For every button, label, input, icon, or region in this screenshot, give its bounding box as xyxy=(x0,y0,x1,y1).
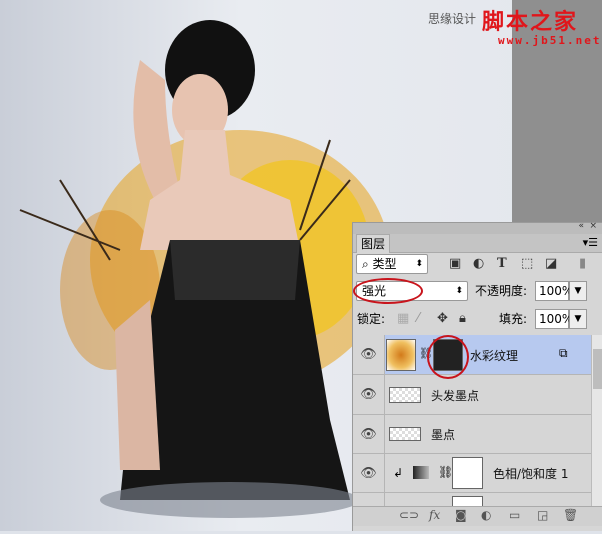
layers-scrollbar[interactable] xyxy=(591,335,602,507)
image-filter-icon[interactable]: ▣ xyxy=(449,254,461,274)
filter-label: 类型 xyxy=(372,257,397,271)
smart-object-icon: ⧉ xyxy=(559,346,568,360)
layer-row[interactable]: 👁︎ 墨点 xyxy=(353,415,591,454)
add-mask-icon[interactable]: ◙ xyxy=(455,508,467,522)
lock-paint-icon[interactable]: ⁄ xyxy=(417,309,419,329)
fx-icon[interactable]: fx xyxy=(429,508,440,522)
opacity-label: 不透明度: xyxy=(475,284,528,298)
layer-name: 色相/饱和度 1 xyxy=(493,467,569,481)
filter-toggle-icon[interactable]: ▮ xyxy=(579,254,586,274)
close-icon[interactable]: × xyxy=(589,221,597,231)
lock-transparent-icon[interactable]: ▦ xyxy=(397,309,409,329)
menu-icon[interactable]: ▾☰ xyxy=(583,236,598,249)
new-adjustment-icon[interactable]: ◐ xyxy=(481,508,491,522)
new-layer-icon[interactable]: ◲ xyxy=(537,508,548,522)
panel-titlebar: « × xyxy=(353,221,602,234)
annotation-circle xyxy=(353,278,423,304)
filter-type-select[interactable]: ⌕ 类型 ⬍ xyxy=(356,254,428,274)
smart-object-filter-icon[interactable]: ◪ xyxy=(545,254,557,274)
fill-dropdown[interactable]: ▼ xyxy=(569,309,587,329)
visibility-eye-icon[interactable]: 👁︎ xyxy=(353,454,385,492)
link-layers-icon[interactable]: ⊂⊃ xyxy=(399,508,419,522)
new-group-icon[interactable]: ▭ xyxy=(509,508,520,522)
fill-label: 填充: xyxy=(499,312,528,326)
layer-thumbnail xyxy=(389,387,421,403)
hue-saturation-icon xyxy=(413,466,429,479)
clip-arrow-icon: ↲ xyxy=(393,466,404,480)
layer-row[interactable]: 👁︎ 头发墨点 xyxy=(353,375,591,415)
watermark-site: 思缘设计 xyxy=(428,12,477,26)
layer-mask-thumbnail[interactable] xyxy=(452,457,483,489)
opacity-input[interactable]: 100% xyxy=(535,281,573,301)
annotation-circle xyxy=(427,335,469,379)
watermark-brand: 脚本之家 xyxy=(482,9,579,35)
layer-thumbnail xyxy=(386,339,416,371)
lock-all-icon[interactable]: 🔒︎ xyxy=(459,309,466,329)
type-filter-icon[interactable]: T xyxy=(497,254,507,274)
layer-name: 墨点 xyxy=(431,428,456,442)
shape-filter-icon[interactable]: ⬚ xyxy=(521,254,533,274)
adjustment-filter-icon[interactable]: ◐ xyxy=(473,254,484,274)
layer-row[interactable]: 👁︎ ⛓ 水彩纹理 ⧉ xyxy=(353,335,591,379)
link-icon: ⛓ xyxy=(438,465,454,479)
delete-layer-icon[interactable]: 🗑︎ xyxy=(563,508,578,522)
search-icon: ⌕ xyxy=(362,257,373,271)
visibility-eye-icon[interactable]: 👁︎ xyxy=(353,335,385,374)
fill-input[interactable]: 100% xyxy=(535,309,573,329)
layer-thumbnail xyxy=(389,427,421,441)
lock-position-icon[interactable]: ✥ xyxy=(437,309,448,329)
tab-layers[interactable]: 图层 xyxy=(356,234,390,253)
layers-panel: « × 图层 ▾☰ ⌕ 类型 ⬍ ▣ ◐ T ⬚ ◪ ▮ 强光 ⬍ 不透明度: 10… xyxy=(352,221,602,531)
visibility-eye-icon[interactable]: 👁︎ xyxy=(353,375,385,414)
watermark-url: www.jb51.net xyxy=(498,34,602,47)
watermark: 思缘设计 脚本之家 www.jb51.net xyxy=(428,4,602,47)
layer-name: 头发墨点 xyxy=(431,389,480,403)
layer-row[interactable]: 👁︎ ↲ ⛓ 色相/饱和度 1 xyxy=(353,454,591,493)
opacity-dropdown[interactable]: ▼ xyxy=(569,281,587,301)
layer-row[interactable] xyxy=(353,493,591,508)
visibility-eye-icon[interactable]: 👁︎ xyxy=(353,415,385,453)
panel-footer: ⊂⊃ fx ◙ ◐ ▭ ◲ 🗑︎ xyxy=(353,506,602,526)
layer-name: 水彩纹理 xyxy=(470,349,519,363)
lock-label: 锁定: xyxy=(357,312,386,326)
collapse-icon[interactable]: « xyxy=(578,221,584,231)
